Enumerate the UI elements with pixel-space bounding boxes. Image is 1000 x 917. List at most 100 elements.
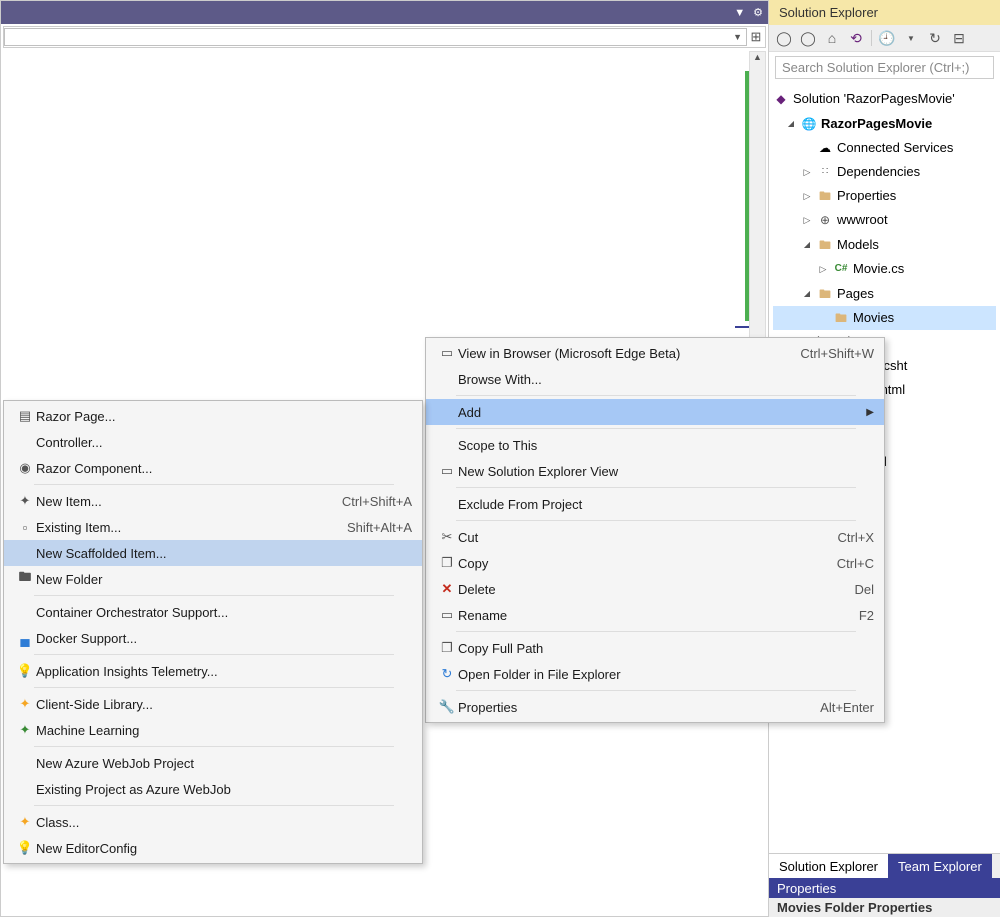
scroll-caret-marker	[735, 326, 749, 328]
copy-icon: ❐	[436, 555, 458, 571]
menu-client-library[interactable]: ✦ Client-Side Library...	[4, 691, 422, 717]
menu-separator	[456, 487, 856, 488]
new-item-icon: ✦	[14, 493, 36, 509]
expander-icon[interactable]	[801, 282, 813, 305]
menu-separator	[456, 395, 856, 396]
node-label: Dependencies	[837, 161, 920, 183]
menu-open-folder[interactable]: ↻ Open Folder in File Explorer	[426, 661, 884, 687]
menu-controller[interactable]: Controller...	[4, 429, 422, 455]
history-icon[interactable]: 🕘	[878, 29, 896, 47]
menu-new-solution-view[interactable]: ▭ New Solution Explorer View	[426, 458, 884, 484]
menu-class[interactable]: ✦ Class...	[4, 809, 422, 835]
models-node[interactable]: 🖿 Models	[773, 232, 996, 257]
context-menu-main: ▭ View in Browser (Microsoft Edge Beta) …	[425, 337, 885, 723]
cloud-icon: ☁	[817, 140, 833, 156]
folder-icon: 🖿	[833, 310, 849, 326]
home-icon[interactable]: ⌂	[823, 29, 841, 47]
menu-view-in-browser[interactable]: ▭ View in Browser (Microsoft Edge Beta) …	[426, 340, 884, 366]
node-label: RazorPagesMovie	[821, 113, 932, 135]
movie-cs-node[interactable]: C# Movie.cs	[773, 257, 996, 281]
project-node[interactable]: 🌐 RazorPagesMovie	[773, 111, 996, 136]
menu-rename[interactable]: ▭ Rename F2	[426, 602, 884, 628]
menu-exclude[interactable]: Exclude From Project	[426, 491, 884, 517]
docker-icon: ▄	[14, 631, 36, 646]
sync-icon[interactable]: ⟲	[847, 29, 865, 47]
search-input[interactable]: Search Solution Explorer (Ctrl+;)	[775, 56, 994, 79]
folder-icon: 🖿	[817, 188, 833, 204]
solution-node[interactable]: ◆ Solution 'RazorPagesMovie'	[773, 87, 996, 111]
panel-tabs: Solution Explorer Team Explorer	[769, 853, 1000, 879]
expander-icon[interactable]	[801, 233, 813, 256]
menu-machine-learning[interactable]: ✦ Machine Learning	[4, 717, 422, 743]
menu-new-item[interactable]: ✦ New Item... Ctrl+Shift+A	[4, 488, 422, 514]
dropdown-icon[interactable]: ▼	[734, 7, 745, 19]
menu-separator	[34, 687, 394, 688]
menu-separator	[456, 631, 856, 632]
window-icon: ▭	[436, 463, 458, 479]
vertical-scrollbar[interactable]: ▲	[749, 51, 766, 341]
folder-icon: 🖿	[817, 237, 833, 253]
expander-icon[interactable]	[801, 161, 813, 183]
csharp-icon: C#	[833, 261, 849, 277]
folder-icon: 🖿	[817, 286, 833, 302]
connected-services-node[interactable]: ☁ Connected Services	[773, 136, 996, 160]
menu-existing-item[interactable]: ▫ Existing Item... Shift+Alt+A	[4, 514, 422, 540]
split-icon[interactable]: ⊞	[747, 29, 765, 45]
node-label: Movie.cs	[853, 258, 904, 280]
movies-node[interactable]: 🖿 Movies	[773, 306, 996, 330]
menu-razor-component[interactable]: ◉ Razor Component...	[4, 455, 422, 481]
menu-browse-with[interactable]: Browse With...	[426, 366, 884, 392]
dependencies-node[interactable]: ∷ Dependencies	[773, 160, 996, 184]
menu-delete[interactable]: ✕ Delete Del	[426, 576, 884, 602]
properties-node[interactable]: 🖿 Properties	[773, 184, 996, 208]
properties-panel-title: Properties	[769, 878, 1000, 899]
back-icon[interactable]: ◯	[775, 29, 793, 47]
tab-team-explorer[interactable]: Team Explorer	[888, 854, 992, 879]
navigation-combo[interactable]: ▼ ⊞	[3, 26, 766, 48]
node-label: Properties	[837, 185, 896, 207]
node-label: Connected Services	[837, 137, 953, 159]
menu-separator	[34, 746, 394, 747]
refresh-icon[interactable]: ↻	[926, 29, 944, 47]
menu-copy-full-path[interactable]: ❐ Copy Full Path	[426, 635, 884, 661]
forward-icon[interactable]: ◯	[799, 29, 817, 47]
menu-new-folder[interactable]: 🖿 New Folder	[4, 566, 422, 592]
panel-toolbar: ◯ ◯ ⌂ ⟲ 🕘 ▼ ↻ ⊟	[769, 25, 1000, 52]
gear-icon[interactable]: ⚙	[753, 6, 763, 19]
menu-app-insights[interactable]: 💡 Application Insights Telemetry...	[4, 658, 422, 684]
submenu-arrow-icon: ▶	[862, 407, 874, 418]
menu-razor-page[interactable]: ▤ Razor Page...	[4, 403, 422, 429]
tab-solution-explorer[interactable]: Solution Explorer	[769, 854, 888, 879]
scroll-up-icon[interactable]: ▲	[750, 52, 765, 67]
chevron-down-icon[interactable]: ▼	[902, 29, 920, 47]
expander-icon[interactable]	[801, 209, 813, 231]
menu-existing-webjob[interactable]: Existing Project as Azure WebJob	[4, 776, 422, 802]
menu-scope-to-this[interactable]: Scope to This	[426, 432, 884, 458]
component-icon: ◉	[14, 460, 36, 476]
pages-node[interactable]: 🖿 Pages	[773, 281, 996, 306]
menu-docker-support[interactable]: ▄ Docker Support...	[4, 625, 422, 651]
menu-properties[interactable]: 🔧 Properties Alt+Enter	[426, 694, 884, 720]
expander-icon[interactable]	[785, 112, 797, 135]
menu-copy[interactable]: ❐ Copy Ctrl+C	[426, 550, 884, 576]
class-icon: ✦	[14, 814, 36, 830]
wwwroot-node[interactable]: ⊕ wwwroot	[773, 208, 996, 232]
menu-editorconfig[interactable]: 💡 New EditorConfig	[4, 835, 422, 861]
properties-subject: Movies Folder Properties	[769, 898, 1000, 917]
node-label: wwwroot	[837, 209, 888, 231]
menu-new-scaffolded-item[interactable]: New Scaffolded Item...	[4, 540, 422, 566]
menu-separator	[34, 805, 394, 806]
delete-icon: ✕	[436, 581, 458, 597]
menu-cut[interactable]: ✂ Cut Ctrl+X	[426, 524, 884, 550]
scroll-overview-marker	[745, 71, 749, 321]
ml-icon: ✦	[14, 722, 36, 738]
collapse-icon[interactable]: ⊟	[950, 29, 968, 47]
menu-add[interactable]: Add ▶	[426, 399, 884, 425]
expander-icon[interactable]	[817, 258, 829, 280]
menu-new-webjob[interactable]: New Azure WebJob Project	[4, 750, 422, 776]
chevron-down-icon[interactable]: ▼	[733, 32, 742, 42]
menu-container-support[interactable]: Container Orchestrator Support...	[4, 599, 422, 625]
dependencies-icon: ∷	[817, 164, 833, 180]
expander-icon[interactable]	[801, 185, 813, 207]
browser-icon: ▭	[436, 345, 458, 361]
